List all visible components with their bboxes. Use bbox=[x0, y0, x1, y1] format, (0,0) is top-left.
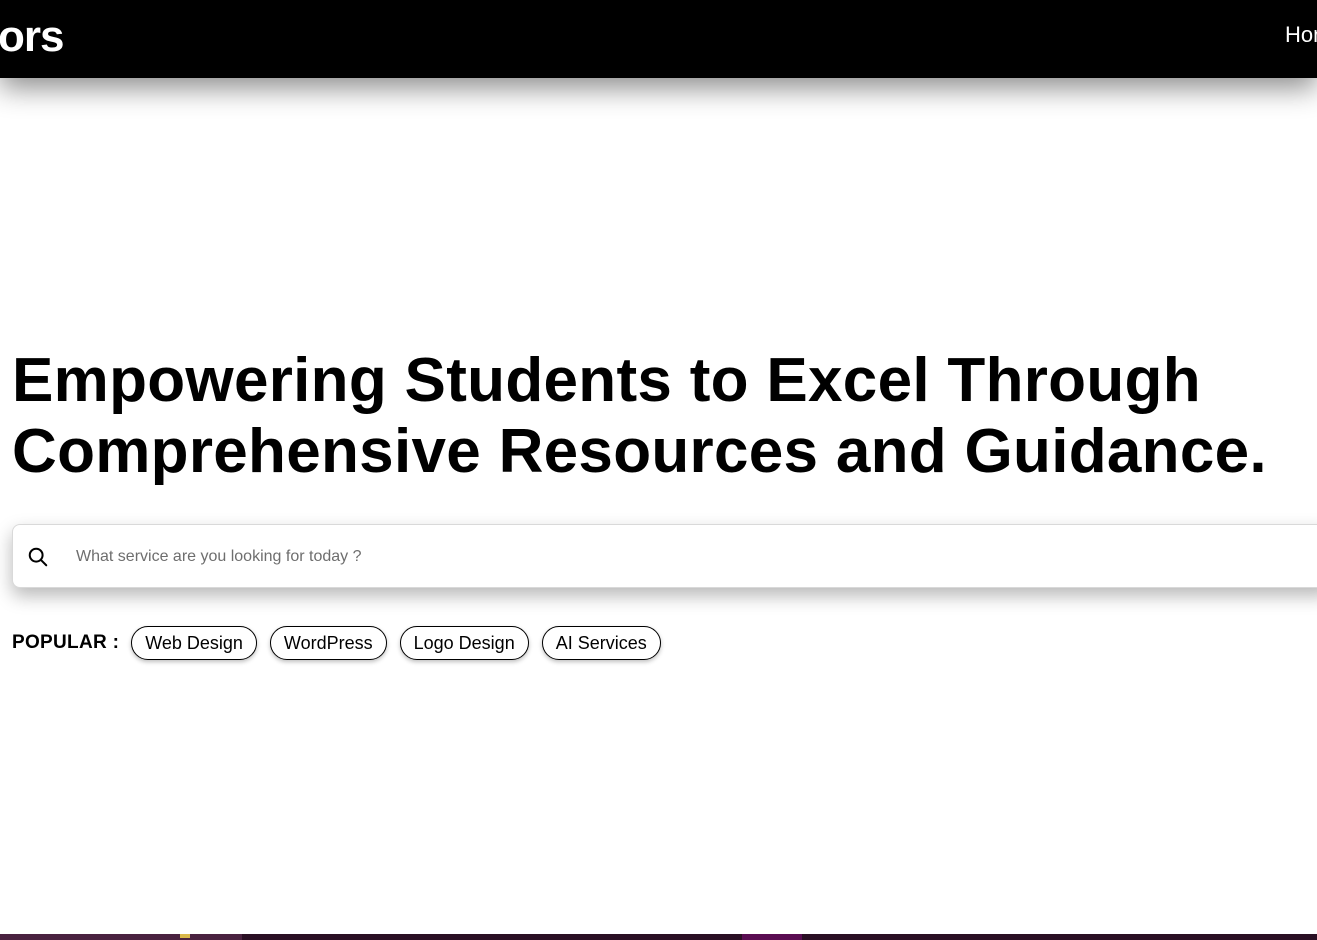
tag-ai-services[interactable]: AI Services bbox=[541, 626, 661, 660]
popular-tags: POPULAR : Web Design WordPress Logo Desi… bbox=[12, 626, 674, 660]
tag-web-design[interactable]: Web Design bbox=[131, 626, 257, 660]
next-section-edge bbox=[0, 934, 1317, 940]
next-section-segment bbox=[0, 934, 242, 940]
popular-label: POPULAR : bbox=[12, 632, 120, 653]
search-bar[interactable] bbox=[12, 524, 1317, 588]
next-section-accent bbox=[180, 934, 190, 938]
tag-wordpress[interactable]: WordPress bbox=[269, 626, 387, 660]
page: ors Home Empowering Students to Excel Th… bbox=[0, 0, 1317, 940]
nav-link-home[interactable]: Home bbox=[1285, 22, 1317, 48]
next-section-segment bbox=[742, 934, 802, 940]
search-input[interactable] bbox=[74, 537, 1278, 577]
hero-title-line-1: Empowering Students to Excel Through bbox=[12, 346, 1201, 415]
search-icon[interactable] bbox=[27, 546, 49, 568]
top-navbar: ors Home bbox=[0, 0, 1317, 78]
hero-title: Empowering Students to Excel Through Com… bbox=[12, 345, 1312, 487]
hero-title-line-2: Comprehensive Resources and Guidance. bbox=[12, 417, 1267, 486]
tag-logo-design[interactable]: Logo Design bbox=[399, 626, 529, 660]
brand-logo[interactable]: ors bbox=[0, 12, 64, 62]
